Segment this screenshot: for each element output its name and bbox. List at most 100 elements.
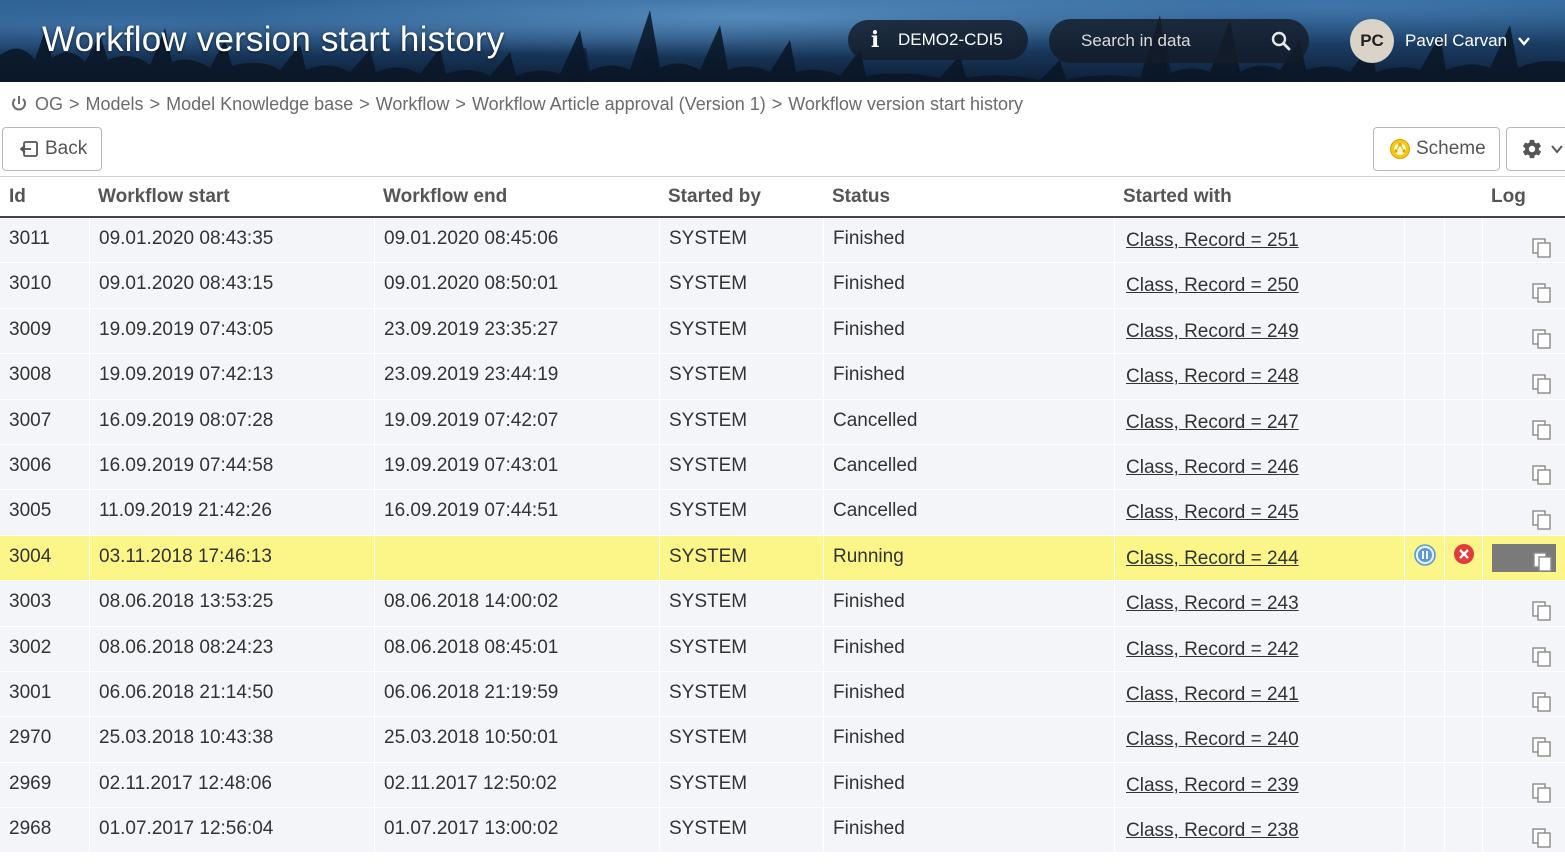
copy-icon[interactable] [1531, 642, 1553, 667]
cell-started-by: SYSTEM [659, 444, 823, 489]
record-link[interactable]: Class, Record = 246 [1126, 457, 1299, 478]
record-link[interactable]: Class, Record = 238 [1126, 820, 1299, 841]
column-header-workflow-end[interactable]: Workflow end [383, 177, 507, 217]
user-menu[interactable]: PC Pavel Carvan [1350, 19, 1531, 63]
column-header-workflow-start[interactable]: Workflow start [98, 177, 230, 217]
cell-log [1482, 263, 1565, 308]
cell-action-empty [1404, 218, 1444, 262]
cell-action-empty [1404, 581, 1444, 626]
breadcrumb-item-workflow[interactable]: Workflow [376, 94, 450, 115]
search-input[interactable] [1081, 31, 1261, 51]
record-link[interactable]: Class, Record = 239 [1126, 775, 1299, 796]
record-link[interactable]: Class, Record = 249 [1126, 321, 1299, 342]
record-link[interactable]: Class, Record = 245 [1126, 502, 1299, 523]
cell-action-empty [1444, 308, 1482, 353]
copy-icon[interactable] [1531, 369, 1553, 394]
cell-started-with: Class, Record = 242 [1114, 626, 1404, 671]
cell-log [1482, 808, 1565, 853]
cell-log [1482, 490, 1565, 535]
copy-icon[interactable] [1531, 505, 1553, 531]
record-link[interactable]: Class, Record = 243 [1126, 593, 1299, 614]
copy-icon[interactable] [1531, 324, 1553, 349]
history-table: Id Workflow start Workflow end Started b… [0, 176, 1565, 854]
breadcrumb-separator: > [149, 93, 161, 114]
record-link[interactable]: Class, Record = 247 [1126, 412, 1299, 433]
breadcrumb-item-workflow-article-approval[interactable]: Workflow Article approval (Version 1) [472, 94, 766, 115]
settings-button[interactable] [1506, 127, 1565, 171]
column-header-id[interactable]: Id [9, 177, 26, 217]
record-link[interactable]: Class, Record = 240 [1126, 729, 1299, 750]
back-button[interactable]: Back [2, 127, 102, 171]
cell-status: Finished [823, 762, 1114, 807]
cell-id: 3002 [9, 636, 52, 658]
scheme-button[interactable]: Scheme [1373, 127, 1500, 171]
table-row[interactable]: 3001 06.06.2018 21:14:50 06.06.2018 21:19:… [0, 671, 1565, 718]
cell-started-with: Class, Record = 249 [1114, 308, 1404, 353]
table-row[interactable]: 3006 16.09.2019 07:44:58 19.09.2019 07:43:… [0, 444, 1565, 491]
cell-started-by: SYSTEM [659, 671, 823, 716]
info-icon[interactable]: i [864, 27, 886, 53]
pause-icon[interactable] [1414, 543, 1436, 566]
cell-workflow-start: 11.09.2019 21:42:26 [89, 490, 374, 535]
cell-started-by: SYSTEM [659, 626, 823, 671]
search-icon[interactable] [1271, 31, 1291, 51]
column-header-status[interactable]: Status [832, 177, 890, 217]
copy-icon[interactable] [1531, 687, 1553, 712]
table-row[interactable]: 3008 19.09.2019 07:42:13 23.09.2019 23:44:… [0, 354, 1565, 400]
cell-action-empty [1444, 399, 1482, 444]
cell-action-cancel [1444, 535, 1482, 580]
record-link[interactable]: Class, Record = 241 [1126, 684, 1299, 705]
table-row[interactable]: 2969 02.11.2017 12:48:06 02.11.2017 12:50:… [0, 762, 1565, 809]
cell-id: 3001 [9, 681, 52, 703]
copy-icon[interactable] [1531, 778, 1553, 803]
record-link[interactable]: Class, Record = 250 [1126, 275, 1299, 296]
avatar[interactable]: PC [1350, 19, 1394, 63]
copy-icon[interactable] [1531, 460, 1553, 485]
record-link[interactable]: Class, Record = 251 [1126, 230, 1299, 251]
cell-workflow-end: 02.11.2017 12:50:02 [374, 762, 659, 807]
record-link[interactable]: Class, Record = 242 [1126, 639, 1299, 660]
table-row[interactable]: 3009 19.09.2019 07:43:05 23.09.2019 23:35:… [0, 308, 1565, 355]
cancel-icon[interactable] [1453, 543, 1475, 565]
copy-icon[interactable] [1531, 823, 1553, 848]
search-box[interactable] [1049, 19, 1309, 63]
table-row[interactable]: 3007 16.09.2019 08:07:28 19.09.2019 07:42:… [0, 399, 1565, 445]
cell-started-with: Class, Record = 246 [1114, 444, 1404, 489]
breadcrumb-item-og[interactable]: OG [35, 94, 63, 115]
column-header-started-by[interactable]: Started by [668, 177, 761, 217]
breadcrumb-item-models[interactable]: Models [86, 94, 144, 115]
column-header-started-with[interactable]: Started with [1123, 177, 1232, 217]
table-row[interactable]: 3011 09.01.2020 08:43:35 09.01.2020 08:45:… [0, 218, 1565, 264]
table-row[interactable]: 3005 11.09.2019 21:42:26 16.09.2019 07:44:… [0, 490, 1565, 536]
copy-icon[interactable] [1532, 547, 1554, 572]
cell-action-empty [1444, 717, 1482, 762]
table-row[interactable]: 2968 01.07.2017 12:56:04 01.07.2017 13:00:… [0, 808, 1565, 854]
copy-icon[interactable] [1531, 596, 1553, 621]
copy-icon[interactable] [1531, 415, 1553, 440]
table-row[interactable]: 2970 25.03.2018 10:43:38 25.03.2018 10:50:… [0, 717, 1565, 763]
breadcrumb-item-model-knowledge-base[interactable]: Model Knowledge base [166, 94, 353, 115]
cell-status: Running [823, 535, 1114, 580]
cell-workflow-start: 01.07.2017 12:56:04 [89, 808, 374, 853]
back-button-label: Back [45, 138, 88, 159]
home-icon[interactable] [10, 95, 28, 113]
table-row[interactable]: 3003 08.06.2018 13:53:25 08.06.2018 14:00:… [0, 581, 1565, 627]
record-link[interactable]: Class, Record = 244 [1126, 548, 1299, 569]
table-row[interactable]: 3004 03.11.2018 17:46:13 SYSTEM Running Clas… [0, 535, 1565, 582]
copy-icon[interactable] [1531, 278, 1553, 304]
log-button-active[interactable] [1492, 543, 1556, 572]
cell-status: Cancelled [823, 444, 1114, 489]
table-row[interactable]: 3010 09.01.2020 08:43:15 09.01.2020 08:50:… [0, 263, 1565, 309]
cell-started-with: Class, Record = 244 [1114, 535, 1404, 580]
cell-action-pause [1404, 535, 1444, 580]
cell-workflow-end: 09.01.2020 08:45:06 [374, 218, 659, 262]
copy-icon[interactable] [1531, 732, 1553, 757]
chevron-down-icon[interactable] [1517, 34, 1531, 48]
user-name[interactable]: Pavel Carvan [1405, 31, 1507, 51]
cell-workflow-start: 02.11.2017 12:48:06 [89, 762, 374, 807]
environment-badge[interactable]: i DEMO2-CDI5 [848, 20, 1028, 60]
breadcrumb-item-current: Workflow version start history [788, 93, 1023, 114]
record-link[interactable]: Class, Record = 248 [1126, 366, 1299, 387]
copy-icon[interactable] [1531, 233, 1553, 258]
table-row[interactable]: 3002 08.06.2018 08:24:23 08.06.2018 08:45:… [0, 626, 1565, 672]
